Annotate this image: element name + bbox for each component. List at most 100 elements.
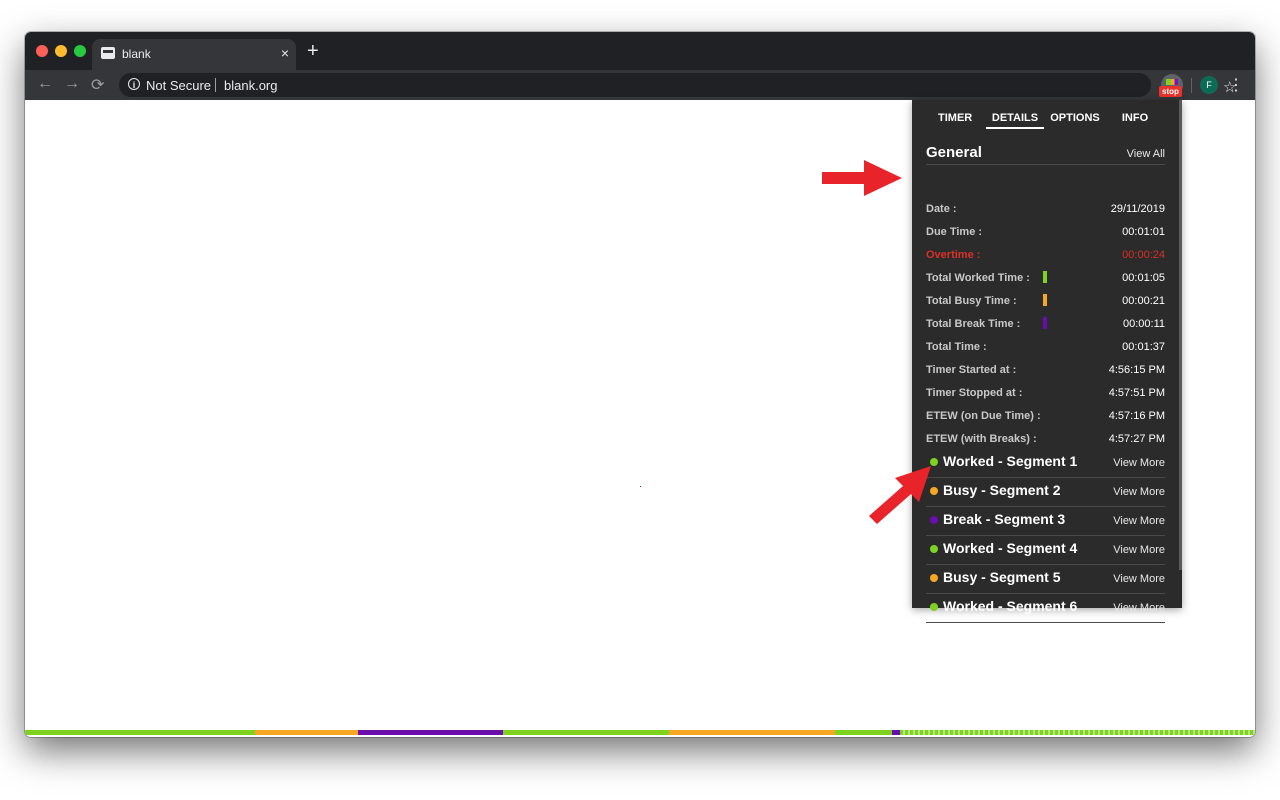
- view-all-link[interactable]: View All: [1127, 148, 1165, 160]
- detail-value: 00:01:01: [1122, 226, 1165, 238]
- busy-color-swatch: [1043, 294, 1047, 306]
- detail-value: 00:01:37: [1122, 341, 1165, 353]
- detail-row-due-time: Due Time : 00:01:01: [926, 226, 1165, 242]
- annotation-arrow-right-icon: [822, 160, 902, 196]
- segment-title: Break - Segment 3: [943, 511, 1066, 527]
- detail-value: 00:01:05: [1122, 272, 1165, 284]
- break-color-swatch: [1043, 317, 1047, 329]
- view-more-link[interactable]: View More: [1113, 573, 1165, 585]
- detail-value: 4:57:27 PM: [1108, 433, 1165, 445]
- detail-value: 29/11/2019: [1110, 203, 1165, 215]
- segment-title: Busy - Segment 2: [943, 482, 1061, 498]
- detail-value: 4:57:51 PM: [1108, 387, 1165, 399]
- detail-row-total-worked: Total Worked Time : 00:01:05: [926, 271, 1165, 288]
- detail-row-etew-due: ETEW (on Due Time) : 4:57:16 PM: [926, 410, 1165, 426]
- progress-busy: [255, 730, 358, 735]
- extension-badge: stop: [1159, 86, 1182, 97]
- worked-dot-icon: [930, 603, 938, 611]
- general-divider: [926, 164, 1165, 165]
- tab-strip: blank × +: [25, 32, 1255, 70]
- detail-label: Overtime :: [926, 249, 981, 261]
- worked-color-swatch: [1043, 271, 1047, 283]
- view-more-link[interactable]: View More: [1113, 457, 1165, 469]
- annotation-arrow-diagonal-icon: [869, 466, 931, 524]
- progress-break: [358, 730, 503, 735]
- page-dot: [640, 486, 641, 487]
- info-icon[interactable]: i: [128, 78, 140, 90]
- timer-details-popup: TIMER DETAILS OPTIONS INFO General View …: [912, 100, 1182, 623]
- progress-worked: [503, 730, 669, 735]
- tab-title: blank: [122, 47, 151, 61]
- view-more-link[interactable]: View More: [1113, 544, 1165, 556]
- forward-button[interactable]: →: [64, 75, 80, 93]
- detail-value: 4:56:15 PM: [1108, 364, 1165, 376]
- progress-busy: [669, 730, 835, 735]
- view-more-link[interactable]: View More: [1113, 515, 1165, 527]
- browser-menu-icon[interactable]: ⋮: [1228, 75, 1244, 95]
- segment-title: Worked - Segment 6: [943, 598, 1078, 614]
- progress-overtime: [900, 730, 1255, 735]
- segment-item: Break - Segment 3 View More: [926, 506, 1165, 536]
- detail-row-etew-breaks: ETEW (with Breaks) : 4:57:27 PM: [926, 433, 1165, 449]
- security-label[interactable]: Not Secure: [146, 78, 211, 93]
- detail-row-total-time: Total Time : 00:01:37: [926, 341, 1165, 357]
- tab-info[interactable]: INFO: [1120, 112, 1150, 124]
- general-heading: General: [926, 144, 982, 161]
- reload-button[interactable]: ⟳: [91, 75, 104, 95]
- segment-item: Worked - Segment 1 View More: [926, 448, 1165, 478]
- favicon-icon: [101, 47, 115, 59]
- tab-timer[interactable]: TIMER: [938, 112, 972, 124]
- worked-dot-icon: [930, 545, 938, 553]
- progress-break: [892, 730, 900, 735]
- zoom-window-button[interactable]: [74, 45, 86, 57]
- popup-tabs: TIMER DETAILS OPTIONS INFO: [912, 100, 1182, 134]
- view-more-link[interactable]: View More: [1113, 602, 1165, 614]
- progress-worked: [835, 730, 892, 735]
- detail-label: Total Break Time :: [926, 318, 1021, 330]
- detail-label: Timer Started at :: [926, 364, 1017, 376]
- minimize-window-button[interactable]: [55, 45, 67, 57]
- detail-value: 00:00:21: [1122, 295, 1165, 307]
- close-window-button[interactable]: [36, 45, 48, 57]
- detail-row-timer-started: Timer Started at : 4:56:15 PM: [926, 364, 1165, 380]
- toolbar: ← → ⟳ i Not Secure blank.org ☆ stop F ⋮: [25, 70, 1255, 100]
- detail-value: 00:00:24: [1122, 249, 1165, 261]
- view-more-link[interactable]: View More: [1113, 486, 1165, 498]
- segment-item: Busy - Segment 5 View More: [926, 564, 1165, 594]
- url-text[interactable]: blank.org: [224, 78, 277, 93]
- detail-label: ETEW (with Breaks) :: [926, 433, 1037, 445]
- segment-progress-bar: [25, 730, 1255, 735]
- busy-dot-icon: [930, 574, 938, 582]
- segment-title: Worked - Segment 4: [943, 540, 1078, 556]
- detail-label: ETEW (on Due Time) :: [926, 410, 1041, 422]
- detail-value: 00:00:11: [1122, 318, 1165, 330]
- detail-row-total-busy: Total Busy Time : 00:00:21: [926, 294, 1165, 311]
- detail-label: Total Busy Time :: [926, 295, 1017, 307]
- toolbar-divider: [1191, 78, 1192, 93]
- active-tab-indicator: [986, 127, 1044, 129]
- tab-details[interactable]: DETAILS: [989, 112, 1041, 124]
- detail-label: Total Worked Time :: [926, 272, 1030, 284]
- new-tab-button[interactable]: +: [307, 41, 319, 61]
- detail-label: Date :: [926, 203, 957, 215]
- detail-row-timer-stopped: Timer Stopped at : 4:57:51 PM: [926, 387, 1165, 403]
- segment-title: Worked - Segment 1: [943, 453, 1078, 469]
- tab-options[interactable]: OPTIONS: [1049, 112, 1101, 124]
- tab-close-icon[interactable]: ×: [281, 45, 289, 61]
- detail-label: Total Time :: [926, 341, 987, 353]
- popup-scrollbar[interactable]: [1179, 100, 1182, 570]
- segment-item: Busy - Segment 2 View More: [926, 477, 1165, 507]
- profile-avatar[interactable]: F: [1200, 76, 1218, 94]
- omnibox-divider: [215, 78, 216, 92]
- detail-row-date: Date : 29/11/2019: [926, 203, 1165, 219]
- detail-row-overtime: Overtime : 00:00:24: [926, 249, 1165, 265]
- detail-row-total-break: Total Break Time : 00:00:11: [926, 317, 1165, 334]
- back-button[interactable]: ←: [37, 75, 53, 93]
- address-bar[interactable]: i Not Secure blank.org ☆: [119, 73, 1236, 97]
- detail-label: Due Time :: [926, 226, 983, 238]
- browser-tab[interactable]: blank ×: [92, 39, 296, 70]
- segment-title: Busy - Segment 5: [943, 569, 1061, 585]
- segment-item: Worked - Segment 6 View More: [926, 593, 1165, 623]
- detail-label: Timer Stopped at :: [926, 387, 1023, 399]
- browser-window: blank × + ← → ⟳ i Not Secure blank.org ☆…: [25, 32, 1255, 737]
